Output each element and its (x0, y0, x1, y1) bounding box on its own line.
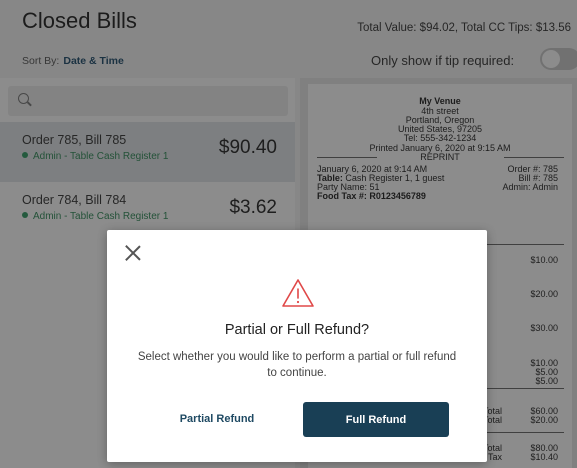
partial-refund-button[interactable]: Partial Refund (157, 402, 277, 436)
full-refund-button[interactable]: Full Refund (303, 402, 449, 437)
dialog-message: Select whether you would like to perform… (137, 351, 457, 379)
close-icon[interactable] (123, 243, 143, 263)
dialog-title: Partial or Full Refund? (224, 322, 370, 338)
refund-dialog: Partial or Full Refund? Select whether y… (107, 230, 487, 462)
warning-icon (282, 279, 314, 307)
